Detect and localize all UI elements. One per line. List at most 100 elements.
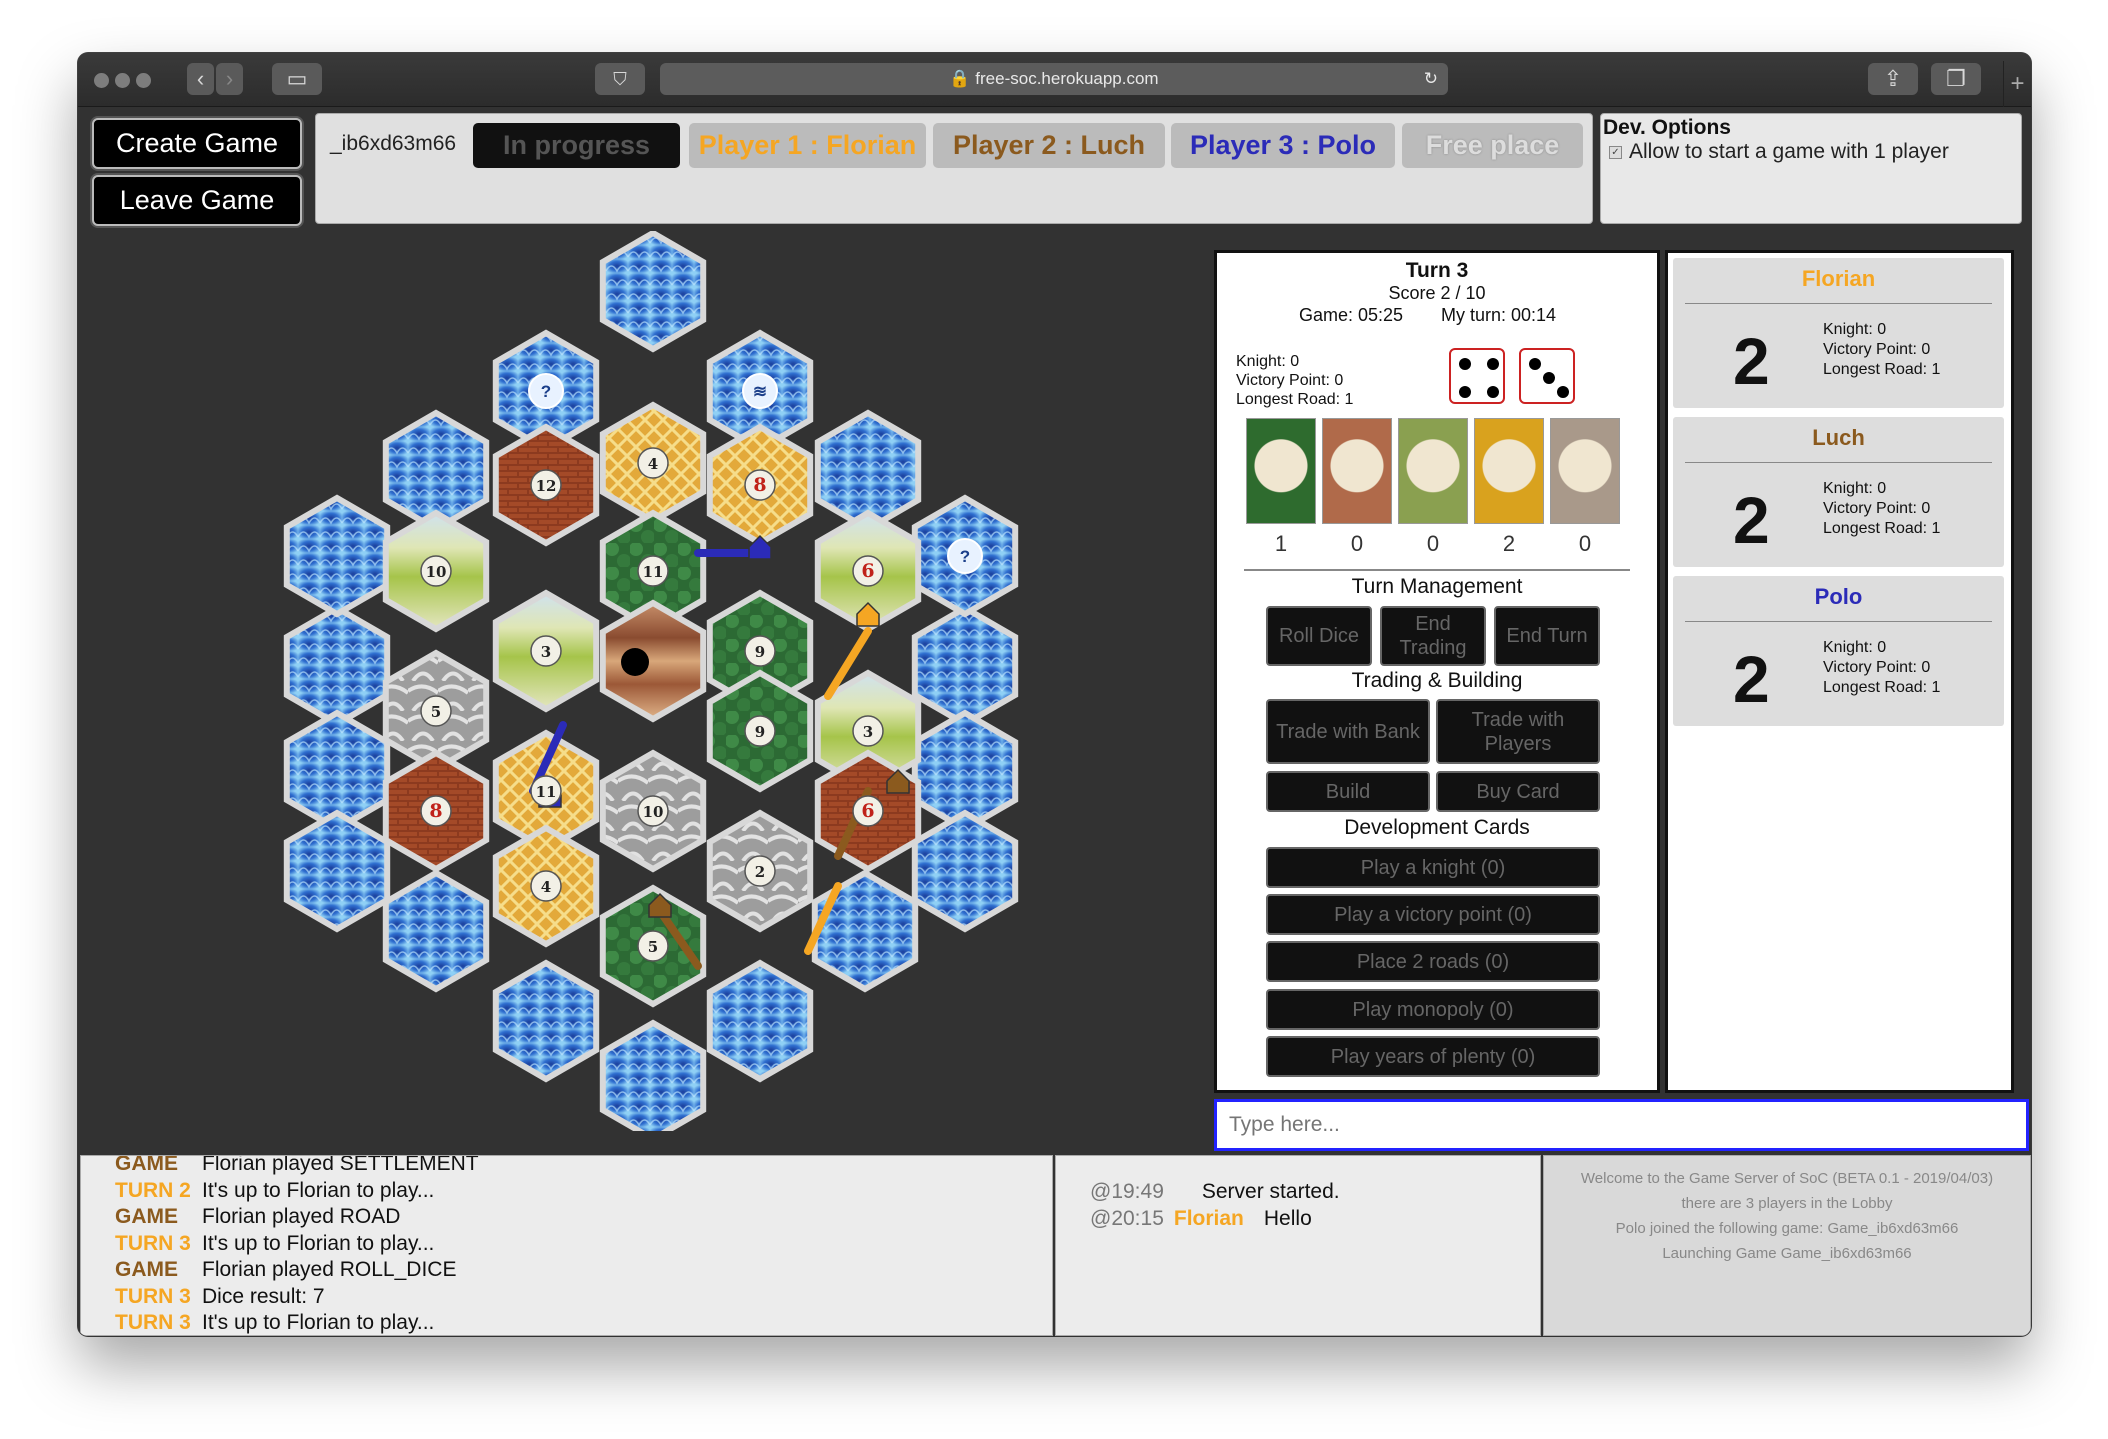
- my-turn-timer: My turn: 00:14: [1441, 305, 1557, 325]
- water-tile: [283, 809, 391, 933]
- chat-input-box[interactable]: [1214, 1099, 2029, 1151]
- create-game-button[interactable]: Create Game: [92, 118, 302, 169]
- zoom-window-dot[interactable]: [136, 73, 151, 88]
- svg-text:?: ?: [541, 382, 551, 401]
- wool-count: 0: [1426, 531, 1440, 556]
- place-2-roads-button[interactable]: Place 2 roads (0): [1266, 941, 1600, 982]
- buy-card-button[interactable]: Buy Card: [1436, 771, 1600, 812]
- play-monopoly-button[interactable]: Play monopoly (0): [1266, 989, 1600, 1030]
- minimize-window-dot[interactable]: [115, 73, 130, 88]
- die-pip: [1557, 386, 1569, 398]
- turn-panel: Turn 3 Score 2 / 10 Game: 05:25 My turn:…: [1214, 250, 1660, 1093]
- player-slot-1: Player 1 : Florian: [689, 123, 926, 168]
- browser-window: ‹ › ▭ ⛉ 🔒 free-soc.herokuapp.com ↻ ⇪ ❐ + …: [78, 53, 2031, 1336]
- new-tab-icon[interactable]: +: [2003, 61, 2031, 107]
- free-place-slot[interactable]: Free place: [1402, 123, 1583, 168]
- dev-options-title: Dev. Options: [1603, 116, 1731, 139]
- player-longest-road: Longest Road: 1: [1823, 361, 1941, 378]
- system-message: Polo joined the following game: Game_ib6…: [1615, 1220, 1959, 1237]
- browser-toolbar: ‹ › ▭ ⛉ 🔒 free-soc.herokuapp.com ↻ ⇪ ❐ +: [78, 53, 2031, 107]
- end-turn-button[interactable]: End Turn: [1494, 606, 1600, 666]
- die-pip: [1459, 386, 1471, 398]
- water-tile: [706, 959, 814, 1083]
- player-slot-2: Player 2 : Luch: [933, 123, 1165, 168]
- player-victory-point: Victory Point: 0: [1823, 500, 1931, 517]
- number-token-label: 9: [755, 643, 765, 661]
- die-1: [1449, 348, 1505, 404]
- trade-bank-button[interactable]: Trade with Bank: [1266, 699, 1430, 764]
- build-button[interactable]: Build: [1266, 771, 1430, 812]
- single-player-label: Allow to start a game with 1 player: [1629, 140, 1949, 163]
- robber-icon: [621, 648, 649, 676]
- close-window-dot[interactable]: [94, 73, 109, 88]
- player-knight: Knight: 0: [1823, 639, 1887, 656]
- water-tile: [283, 604, 391, 728]
- roll-dice-button[interactable]: Roll Dice: [1266, 606, 1372, 666]
- knight-count: Knight: 0: [1236, 353, 1300, 370]
- number-token-label: 8: [429, 800, 442, 822]
- wool-card: [1398, 418, 1468, 524]
- svg-text:≋: ≋: [753, 382, 767, 401]
- log-line: TURN 3 Dice result: 7: [115, 1284, 325, 1308]
- player-name: Luch: [1812, 425, 1865, 450]
- number-token-label: 11: [643, 563, 664, 581]
- player-longest-road: Longest Road: 1: [1823, 679, 1941, 696]
- chat-input[interactable]: [1217, 1102, 2026, 1148]
- end-trading-button[interactable]: End Trading: [1380, 606, 1486, 666]
- turn-management-heading: Turn Management: [1351, 575, 1523, 598]
- water-tile: [599, 1019, 707, 1131]
- water-tile[interactable]: [283, 494, 391, 618]
- chat-messages[interactable]: @19:49 Server started. @20:15 Florian Hello: [1055, 1155, 1541, 1336]
- tabs-icon[interactable]: ❐: [1931, 63, 1981, 95]
- single-player-checkbox[interactable]: ✓: [1609, 146, 1622, 159]
- water-tile[interactable]: [599, 231, 707, 353]
- development-cards-heading: Development Cards: [1344, 816, 1530, 839]
- player-longest-road: Longest Road: 1: [1823, 520, 1941, 537]
- longest-road-count: Longest Road: 1: [1236, 391, 1354, 408]
- player-card: Luch 2 Knight: 0 Victory Point: 0 Longest Ro…: [1673, 417, 2004, 567]
- reload-icon[interactable]: ↻: [1424, 63, 1438, 95]
- scoreboard-panel: Florian 2 Knight: 0 Victory Point: 0 Longest…: [1665, 250, 2014, 1093]
- trade-players-button[interactable]: Trade with Players: [1436, 699, 1600, 764]
- address-bar[interactable]: 🔒 free-soc.herokuapp.com ↻: [660, 63, 1448, 95]
- player-name: Polo: [1814, 584, 1863, 609]
- game-log[interactable]: GAME Florian played SETTLEMENT TURN 2 It's …: [80, 1155, 1053, 1336]
- player-victory-point: Victory Point: 0: [1823, 341, 1931, 358]
- die-pip: [1543, 372, 1555, 384]
- leave-game-button[interactable]: Leave Game: [92, 175, 302, 226]
- player-knight: Knight: 0: [1823, 321, 1887, 338]
- game-state-chip: In progress: [473, 123, 680, 168]
- play-victory-point-button[interactable]: Play a victory point (0): [1266, 894, 1600, 935]
- shield-icon[interactable]: ⛉: [595, 63, 645, 95]
- share-icon[interactable]: ⇪: [1868, 63, 1918, 95]
- number-token-label: 4: [541, 878, 551, 896]
- grain-count: 2: [1502, 531, 1516, 556]
- forward-icon[interactable]: ›: [216, 63, 243, 95]
- number-token-label: 11: [536, 783, 557, 801]
- die-pip: [1529, 358, 1541, 370]
- water-tile: [811, 869, 919, 993]
- desert-tile[interactable]: [599, 599, 707, 723]
- system-message: there are 3 players in the Lobby: [1681, 1195, 1893, 1212]
- die-pip: [1487, 386, 1499, 398]
- player-card: Florian 2 Knight: 0 Victory Point: 0 Longest…: [1673, 258, 2004, 408]
- back-icon[interactable]: ‹: [187, 63, 214, 95]
- brick-count: 0: [1350, 531, 1364, 556]
- dev-options-panel: Dev. Options ✓ Allow to start a game wit…: [1600, 113, 2022, 224]
- svg-text:?: ?: [960, 547, 970, 566]
- number-token-label: 4: [648, 455, 658, 473]
- system-message: Launching Game Game_ib6xd63m66: [1662, 1245, 1912, 1262]
- number-token-label: 10: [643, 803, 664, 821]
- wood-card: [1246, 418, 1316, 524]
- number-token-label: 3: [541, 643, 551, 661]
- log-line: GAME Florian played SETTLEMENT: [115, 1155, 479, 1175]
- play-knight-button[interactable]: Play a knight (0): [1266, 847, 1600, 888]
- catan-board[interactable]: ? ≋? 12 4 8 10 11 6 3 9 5 9 3 11 10 6 8 2 4 5: [78, 231, 1208, 1131]
- trading-building-heading: Trading & Building: [1351, 669, 1523, 692]
- sidebar-icon[interactable]: ▭: [272, 63, 322, 95]
- number-token-label: 5: [648, 938, 658, 956]
- water-tile: [911, 809, 1019, 933]
- water-tile: [911, 604, 1019, 728]
- player-score: 2: [1733, 324, 1770, 398]
- play-years-of-plenty-button[interactable]: Play years of plenty (0): [1266, 1036, 1600, 1077]
